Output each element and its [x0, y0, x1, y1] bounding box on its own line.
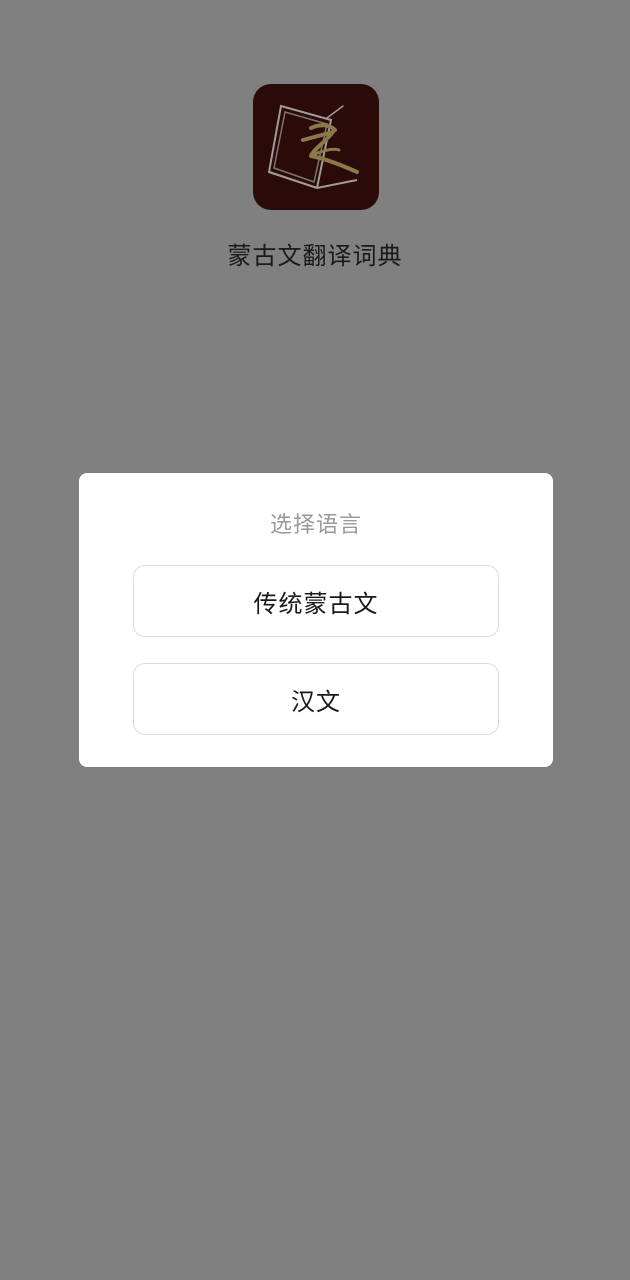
language-select-dialog: 选择语言 传统蒙古文 汉文 — [79, 473, 553, 767]
dialog-title: 选择语言 — [269, 513, 362, 538]
mongolian-script-book-icon — [267, 104, 359, 190]
app-logo-icon — [253, 84, 379, 210]
option-label: 汉文 — [291, 687, 341, 716]
traditional-mongolian-option-button[interactable]: 传统蒙古文 — [133, 565, 499, 637]
app-name-label: 蒙古文翻译词典 — [227, 242, 403, 270]
chinese-option-button[interactable]: 汉文 — [133, 663, 499, 735]
option-label: 传统蒙古文 — [253, 589, 379, 618]
